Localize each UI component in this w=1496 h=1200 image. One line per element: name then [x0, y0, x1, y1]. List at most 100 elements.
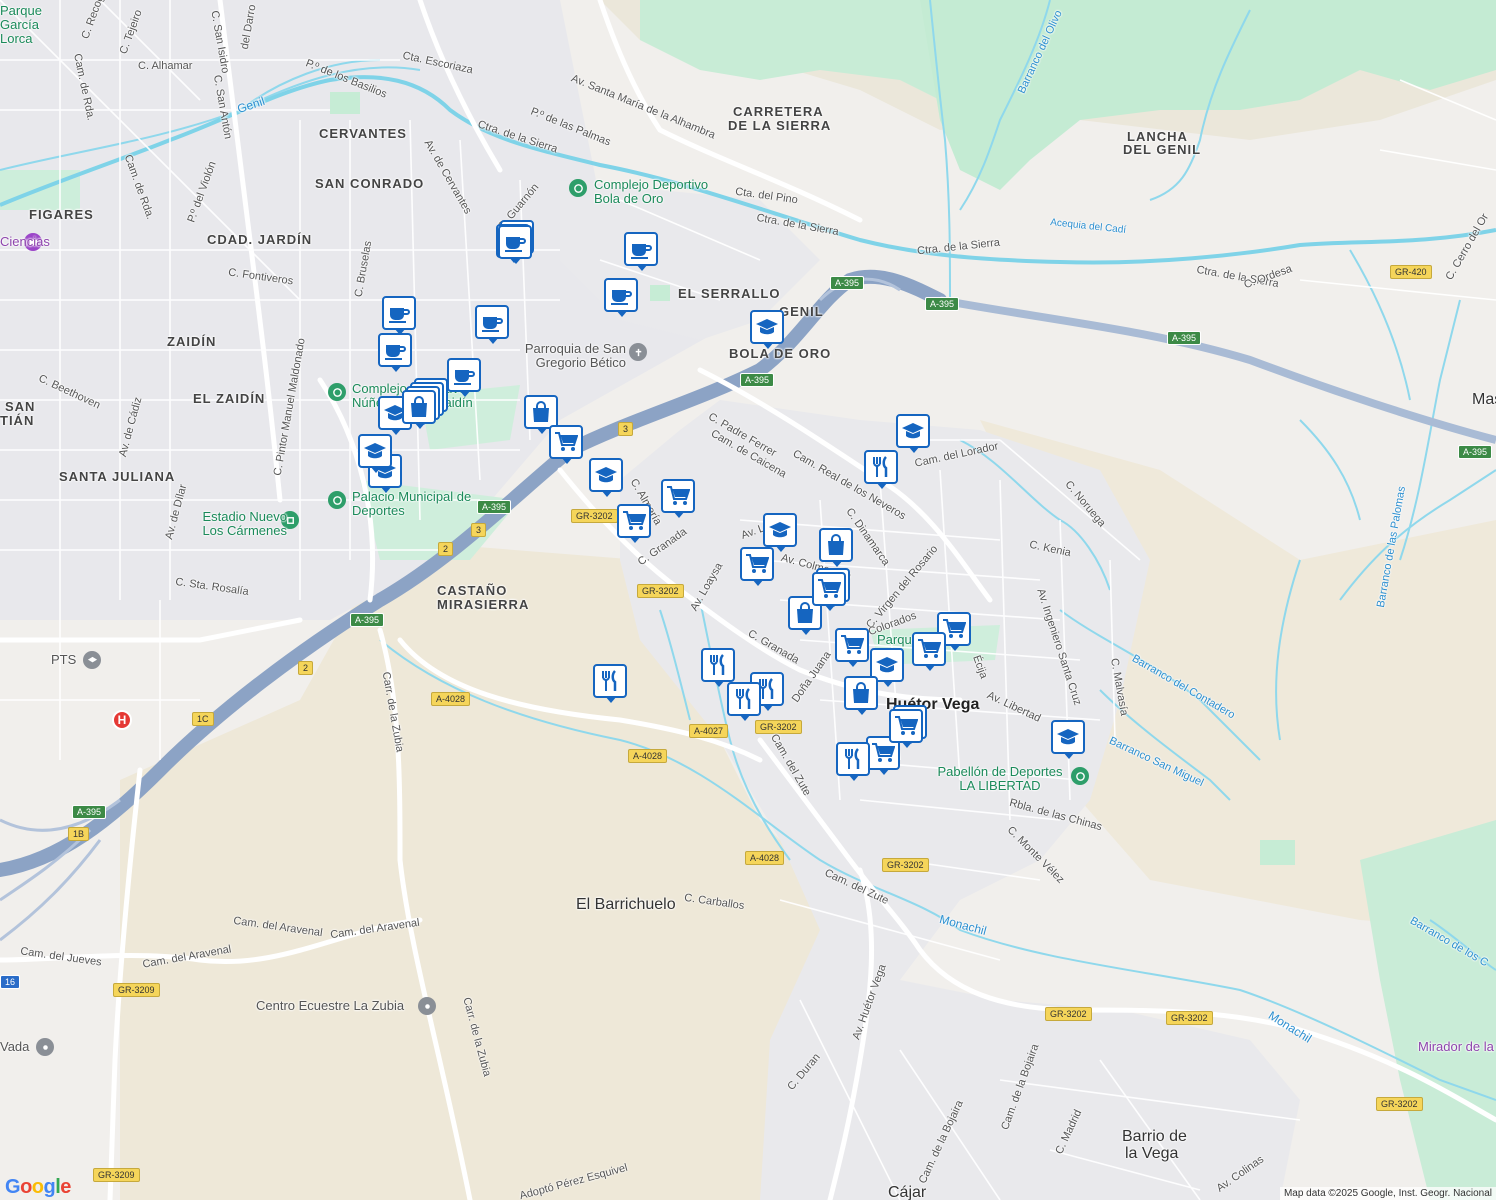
road-shield: 16 — [0, 975, 21, 989]
coffee-marker[interactable] — [498, 225, 534, 264]
road-shield: GR-3202 — [1166, 1011, 1213, 1025]
road-shield: A-395 — [477, 500, 512, 514]
shopping-cart-marker[interactable] — [912, 632, 948, 671]
shopping-cart-icon — [661, 479, 695, 513]
road-shield: A-395 — [925, 297, 960, 311]
road-shield: 3 — [618, 422, 634, 436]
restaurant-icon — [836, 742, 870, 776]
restaurant-marker[interactable] — [701, 648, 737, 687]
school-marker[interactable] — [1051, 720, 1087, 759]
school-marker[interactable] — [763, 513, 799, 552]
shopping-cart-marker[interactable] — [812, 572, 848, 611]
shopping-bag-icon — [844, 676, 878, 710]
restaurant-marker[interactable] — [727, 682, 763, 721]
school-marker[interactable] — [750, 310, 786, 349]
shopping-cart-icon — [912, 632, 946, 666]
road-shield: GR-420 — [1390, 265, 1432, 279]
coffee-marker[interactable] — [382, 296, 418, 335]
shopping-cart-marker[interactable] — [617, 504, 653, 543]
shopping-cart-marker[interactable] — [661, 479, 697, 518]
museum-icon[interactable] — [24, 233, 42, 251]
road-shield: A-395 — [740, 373, 775, 387]
restaurant-icon — [727, 682, 761, 716]
school-poi-icon[interactable] — [83, 651, 101, 669]
map-attribution[interactable]: Map data ©2025 Google, Inst. Geogr. Naci… — [1279, 1187, 1496, 1200]
road-shield: A-4028 — [745, 851, 785, 865]
shopping-bag-marker[interactable] — [844, 676, 880, 715]
shopping-cart-icon — [740, 547, 774, 581]
road-shield: 2 — [298, 661, 314, 675]
shopping-cart-marker[interactable] — [835, 628, 871, 667]
restaurant-icon — [864, 450, 898, 484]
shopping-cart-icon — [617, 504, 651, 538]
coffee-marker[interactable] — [378, 333, 414, 372]
sports-icon[interactable] — [1071, 767, 1089, 785]
stadium-icon[interactable] — [281, 511, 299, 529]
restaurant-icon — [593, 664, 627, 698]
sports-icon[interactable] — [569, 179, 587, 197]
road-shield: A-395 — [1167, 331, 1202, 345]
coffee-marker[interactable] — [475, 305, 511, 344]
school-icon — [589, 458, 623, 492]
road-shield: 2 — [438, 542, 454, 556]
sports-icon[interactable] — [328, 491, 346, 509]
coffee-icon — [604, 278, 638, 312]
shopping-bag-icon — [402, 390, 436, 424]
hospital-icon[interactable]: H — [112, 710, 132, 730]
road-shield: 3 — [471, 523, 487, 537]
shopping-bag-marker[interactable] — [402, 390, 438, 429]
google-logo: Google — [5, 1176, 71, 1198]
school-marker[interactable] — [589, 458, 625, 497]
church-icon[interactable] — [629, 343, 647, 361]
place-icon[interactable] — [36, 1038, 54, 1056]
shopping-cart-marker[interactable] — [889, 709, 925, 748]
road-shield: A-395 — [350, 613, 385, 627]
road-shield: GR-3202 — [755, 720, 802, 734]
road-shield: A-395 — [830, 276, 865, 290]
coffee-icon — [498, 225, 532, 259]
restaurant-icon — [701, 648, 735, 682]
shopping-cart-marker[interactable] — [740, 547, 776, 586]
map-base-layer — [0, 0, 1496, 1200]
shopping-bag-icon — [524, 395, 558, 429]
road-shield: GR-3202 — [1376, 1097, 1423, 1111]
school-icon — [896, 414, 930, 448]
coffee-icon — [382, 296, 416, 330]
road-shield: GR-3209 — [113, 983, 160, 997]
coffee-icon — [447, 358, 481, 392]
road-shield: A-4027 — [689, 724, 729, 738]
coffee-marker[interactable] — [624, 232, 660, 271]
map-canvas[interactable]: A-395 A-395 A-395 A-395 A-395 A-395 A-39… — [0, 0, 1496, 1200]
shopping-cart-marker[interactable] — [549, 425, 585, 464]
coffee-icon — [475, 305, 509, 339]
coffee-marker[interactable] — [447, 358, 483, 397]
school-icon — [750, 310, 784, 344]
coffee-marker[interactable] — [604, 278, 640, 317]
restaurant-marker[interactable] — [836, 742, 872, 781]
school-icon — [1051, 720, 1085, 754]
place-icon[interactable] — [418, 997, 436, 1015]
shopping-cart-icon — [889, 709, 923, 743]
school-marker[interactable] — [896, 414, 932, 453]
shopping-cart-icon — [835, 628, 869, 662]
shopping-cart-icon — [549, 425, 583, 459]
restaurant-marker[interactable] — [864, 450, 900, 489]
road-shield: GR-3202 — [1045, 1007, 1092, 1021]
shopping-cart-icon — [812, 572, 846, 606]
road-shield: GR-3202 — [637, 584, 684, 598]
road-shield: 1B — [68, 827, 90, 841]
road-shield: 1C — [192, 712, 214, 726]
road-shield: A-395 — [72, 805, 107, 819]
school-icon — [358, 434, 392, 468]
restaurant-marker[interactable] — [593, 664, 629, 703]
road-shield: A-395 — [1458, 445, 1493, 459]
school-icon — [763, 513, 797, 547]
coffee-icon — [624, 232, 658, 266]
shopping-bag-marker[interactable] — [819, 528, 855, 567]
shopping-bag-icon — [819, 528, 853, 562]
road-shield: GR-3202 — [571, 509, 618, 523]
road-shield: GR-3202 — [882, 858, 929, 872]
sports-icon[interactable] — [328, 383, 346, 401]
road-shield: A-4028 — [431, 692, 471, 706]
school-marker[interactable] — [358, 434, 394, 473]
